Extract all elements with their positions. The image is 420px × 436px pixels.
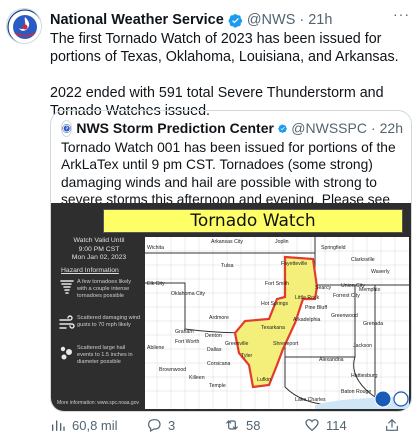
quoted-tweet[interactable]: NWS Storm Prediction Center @NWSSPC · 22… [50, 110, 412, 412]
verified-badge-icon [228, 13, 242, 28]
svg-text:Fort Smith: Fort Smith [265, 281, 289, 287]
more-info-text: More information: www.spc.noaa.gov [57, 399, 139, 406]
svg-text:Tyler: Tyler [241, 353, 253, 359]
quote-time: 22h [379, 120, 403, 136]
tweet[interactable]: National Weather Service @NWS · 21h ··· … [0, 0, 420, 436]
views-action[interactable]: 60,8 mil [50, 417, 146, 433]
nws-logo-icon [7, 9, 41, 43]
hazard-wind-text: Scattered damaging wind gusts to 70 mph … [77, 315, 141, 328]
svg-text:Lake Charles: Lake Charles [295, 397, 326, 403]
map-title: Tornado Watch [103, 209, 403, 233]
retweet-action[interactable]: 58 [224, 417, 304, 433]
valid-line-2: 9:00 PM CST [78, 245, 120, 253]
state-map: Arkansas City Wichita Joplin Springfield… [145, 237, 409, 409]
valid-line-3: Mon Jan 02, 2023 [71, 254, 127, 261]
tornado-watch-map-image[interactable]: Tornado Watch Watch Valid Until 9:00 PM … [51, 203, 411, 411]
svg-text:Killeen: Killeen [189, 375, 205, 381]
reply-icon [148, 419, 161, 433]
hazard-hail: Scattered large hail events to 1.5 inche… [57, 345, 141, 367]
svg-text:Denton: Denton [205, 333, 222, 339]
svg-text:Greenwood: Greenwood [331, 313, 358, 319]
author-handle[interactable]: @NWS [247, 12, 296, 28]
views-chart-icon [52, 420, 65, 431]
svg-text:Hattiesburg: Hattiesburg [351, 373, 378, 379]
tornado-icon [60, 280, 74, 294]
spc-logo-icon [61, 119, 73, 137]
views-count: 60,8 mil [72, 417, 118, 433]
svg-text:Texarkana: Texarkana [261, 325, 285, 331]
hazard-wind: Scattered damaging wind gusts to 70 mph … [57, 315, 141, 337]
reply-action[interactable]: 3 [146, 417, 224, 433]
more-options-icon[interactable]: ··· [393, 6, 410, 22]
svg-text:Alexandria: Alexandria [319, 357, 344, 363]
svg-text:Wichita: Wichita [147, 245, 164, 251]
heart-icon [305, 419, 319, 432]
like-action[interactable]: 114 [304, 417, 384, 433]
svg-text:Temple: Temple [209, 383, 226, 389]
svg-text:Oklahoma City: Oklahoma City [171, 291, 205, 297]
svg-text:Waverly: Waverly [371, 269, 390, 275]
quote-author-name: NWS Storm Prediction Center [76, 120, 274, 136]
svg-text:Arkansas City: Arkansas City [211, 239, 243, 245]
like-count: 114 [326, 417, 347, 433]
tweet-header: National Weather Service @NWS · 21h [50, 10, 412, 30]
hazard-tornado-text: A few tornadoes likely with a couple int… [77, 279, 132, 299]
svg-text:Tulsa: Tulsa [221, 263, 234, 269]
svg-text:Graham: Graham [175, 329, 194, 335]
nws-small-logo-icon [393, 391, 409, 407]
svg-text:Clarksville: Clarksville [351, 257, 375, 263]
quote-separator: · [370, 120, 376, 136]
svg-text:Arkadelphia: Arkadelphia [293, 317, 321, 323]
svg-text:Greenville: Greenville [225, 341, 248, 347]
svg-text:Little Rock: Little Rock [295, 295, 320, 301]
svg-text:Lufkin: Lufkin [257, 377, 271, 383]
map-legend: Watch Valid Until 9:00 PM CST Mon Jan 02… [57, 237, 141, 407]
valid-line-1: Watch Valid Until [73, 237, 125, 244]
svg-text:Fort Worth: Fort Worth [175, 339, 200, 345]
svg-text:Fayetteville: Fayetteville [281, 261, 307, 267]
svg-text:Forrest City: Forrest City [333, 293, 360, 299]
tweet-paragraph-1: The first Tornado Watch of 2023 has been… [50, 31, 399, 65]
svg-text:Baton Rouge: Baton Rouge [341, 389, 371, 395]
share-icon [386, 418, 398, 431]
wind-icon [59, 315, 75, 329]
retweet-icon [226, 420, 238, 430]
watch-valid-block: Watch Valid Until 9:00 PM CST Mon Jan 02… [57, 237, 141, 263]
map-area: Arkansas City Wichita Joplin Springfield… [145, 237, 409, 409]
reply-count: 3 [168, 417, 176, 433]
hazard-hail-text: Scattered large hail events to 1.5 inche… [77, 345, 133, 365]
hail-icon [60, 346, 72, 360]
svg-text:Shreveport: Shreveport [273, 341, 299, 347]
hazard-title: Hazard Information [61, 267, 119, 274]
svg-text:Elk City: Elk City [147, 281, 165, 287]
nws-logo-avatar[interactable] [6, 8, 42, 44]
svg-text:Memphis: Memphis [359, 287, 380, 293]
svg-text:Hot Springs: Hot Springs [261, 301, 289, 307]
noaa-logo-icon [374, 390, 392, 408]
header-separator: · [299, 12, 305, 28]
svg-text:Jackson: Jackson [353, 343, 372, 349]
author-name[interactable]: National Weather Service [50, 12, 224, 28]
svg-text:Pine Bluff: Pine Bluff [305, 305, 328, 311]
retweet-count: 58 [246, 417, 261, 433]
svg-text:Brownwood: Brownwood [159, 367, 186, 373]
quote-verified-badge-icon [278, 123, 287, 133]
share-action[interactable] [384, 417, 400, 433]
svg-text:Joplin: Joplin [275, 239, 289, 245]
tweet-time[interactable]: 21h [308, 12, 332, 28]
hazard-tornado: A few tornadoes likely with a couple int… [57, 279, 141, 301]
tweet-actions-bar: 60,8 mil 3 58 114 [50, 416, 410, 434]
svg-text:Searcy: Searcy [315, 285, 332, 291]
quote-author-handle: @NWSSPC [291, 120, 367, 136]
svg-text:Ardmore: Ardmore [209, 315, 229, 321]
svg-text:Corsicana: Corsicana [207, 361, 230, 367]
svg-text:Grenada: Grenada [363, 321, 383, 327]
svg-text:Abilene: Abilene [147, 345, 164, 351]
svg-text:Springfield: Springfield [321, 245, 346, 251]
svg-text:Dallas: Dallas [207, 347, 222, 353]
quote-header: NWS Storm Prediction Center @NWSSPC · 22… [61, 119, 403, 137]
